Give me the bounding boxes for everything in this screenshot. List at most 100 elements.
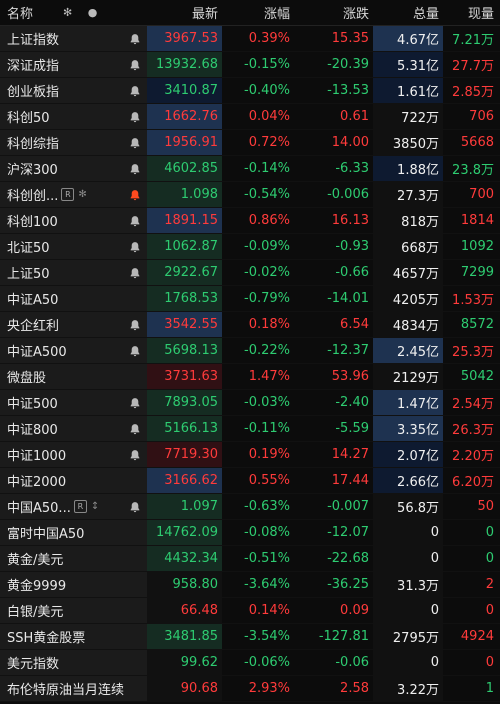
table-row[interactable]: 中证A50 1768.53 -0.79% -14.01 4205万 1.53万 [0, 286, 500, 312]
header-settings-icon[interactable]: ✻ ● [63, 6, 103, 19]
alert-bell-icon[interactable] [128, 422, 142, 436]
table-row[interactable]: 白银/美元 66.48 0.14% 0.09 0 0 [0, 598, 500, 624]
table-row[interactable]: 黄金9999 958.80 -3.64% -36.25 31.3万 2 [0, 572, 500, 598]
current-volume: 25.3万 [452, 345, 494, 360]
row-name-cell[interactable]: 黄金9999 [0, 572, 147, 597]
table-row[interactable]: 北证50 1062.87 -0.09% -0.93 668万 1092 [0, 234, 500, 260]
current-volume: 1814 [460, 213, 494, 228]
row-name: 科创综指 [7, 137, 60, 152]
alert-bell-icon[interactable] [128, 500, 142, 514]
row-name: 布伦特原油当月连续 [7, 683, 125, 698]
table-row[interactable]: 中证800 5166.13 -0.11% -5.59 3.35亿 26.3万 [0, 416, 500, 442]
table-row[interactable]: 中证2000 3166.62 0.55% 17.44 2.66亿 6.20万 [0, 468, 500, 494]
row-name-cell[interactable]: 中证A50 [0, 286, 147, 311]
table-row[interactable]: 科创100 1891.15 0.86% 16.13 818万 1814 [0, 208, 500, 234]
table-row[interactable]: 上证50 2922.67 -0.02% -0.66 4657万 7299 [0, 260, 500, 286]
row-name-cell[interactable]: 微盘股 [0, 364, 147, 389]
table-row[interactable]: 科创创... R ✻ 1.098 -0.54% -0.006 27.3万 700 [0, 182, 500, 208]
alert-bell-icon[interactable] [128, 396, 142, 410]
row-name-cell[interactable]: 中证2000 [0, 468, 147, 493]
row-name-cell[interactable]: 北证50 [0, 234, 147, 259]
latest-price: 7893.05 [147, 390, 222, 415]
row-name-cell[interactable]: 科创创... R ✻ [0, 182, 147, 207]
row-name-cell[interactable]: 科创综指 [0, 130, 147, 155]
row-name-cell[interactable]: 深证成指 [0, 52, 147, 77]
latest-price: 3410.87 [147, 78, 222, 103]
row-name: 创业板指 [7, 85, 60, 100]
alert-bell-icon[interactable] [128, 84, 142, 98]
row-name-cell[interactable]: 中证800 [0, 416, 147, 441]
alert-bell-icon[interactable] [128, 136, 142, 150]
header-chg[interactable]: 涨跌 [295, 0, 373, 25]
table-row[interactable]: SSH黄金股票 3481.85 -3.54% -127.81 2795万 4924 [0, 624, 500, 650]
latest-price: 7719.30 [147, 442, 222, 467]
alert-bell-icon[interactable] [128, 214, 142, 228]
row-name-cell[interactable]: 布伦特原油当月连续 [0, 676, 147, 701]
latest-price: 14762.09 [147, 520, 222, 545]
table-row[interactable]: 深证成指 13932.68 -0.15% -20.39 5.31亿 27.7万 [0, 52, 500, 78]
star-icon: ✻ [78, 189, 87, 200]
alert-bell-icon[interactable] [128, 58, 142, 72]
alert-bell-icon[interactable] [128, 240, 142, 254]
change-percent: -0.11% [244, 421, 290, 436]
table-row[interactable]: 中证1000 7719.30 0.19% 14.27 2.07亿 2.20万 [0, 442, 500, 468]
row-name-cell[interactable]: 科创50 [0, 104, 147, 129]
row-name-cell[interactable]: 上证指数 [0, 26, 147, 51]
table-row[interactable]: 央企红利 3542.55 0.18% 6.54 4834万 8572 [0, 312, 500, 338]
row-name: 上证50 [7, 267, 50, 282]
alert-bell-icon[interactable] [128, 188, 142, 202]
row-name-cell[interactable]: SSH黄金股票 [0, 624, 147, 649]
header-name[interactable]: 名称 ✻ ● [0, 0, 147, 25]
change-amount: -6.33 [335, 161, 369, 176]
alert-bell-icon[interactable] [128, 318, 142, 332]
row-name-cell[interactable]: 上证50 [0, 260, 147, 285]
latest-price: 1062.87 [147, 234, 222, 259]
total-volume: 4657万 [373, 260, 443, 285]
table-row[interactable]: 中国A50... R ↕ 1.097 -0.63% -0.007 56.8万 50 [0, 494, 500, 520]
table-row[interactable]: 中证A500 5698.13 -0.22% -12.37 2.45亿 25.3万 [0, 338, 500, 364]
row-name: 中证2000 [7, 475, 67, 490]
table-row[interactable]: 富时中国A50 14762.09 -0.08% -12.07 0 0 [0, 520, 500, 546]
header-volume[interactable]: 总量 [373, 0, 443, 25]
table-row[interactable]: 美元指数 99.62 -0.06% -0.06 0 0 [0, 650, 500, 676]
row-name-cell[interactable]: 央企红利 [0, 312, 147, 337]
row-name-cell[interactable]: 中证500 [0, 390, 147, 415]
row-name: 北证50 [7, 241, 50, 256]
header-current[interactable]: 现量 [443, 0, 500, 25]
row-name-cell[interactable]: 美元指数 [0, 650, 147, 675]
row-name-cell[interactable]: 沪深300 [0, 156, 147, 181]
alert-bell-icon[interactable] [128, 266, 142, 280]
table-row[interactable]: 科创50 1662.76 0.04% 0.61 722万 706 [0, 104, 500, 130]
change-percent: -0.22% [244, 343, 290, 358]
alert-bell-icon[interactable] [128, 32, 142, 46]
row-name-cell[interactable]: 富时中国A50 [0, 520, 147, 545]
alert-bell-icon[interactable] [128, 448, 142, 462]
alert-bell-icon[interactable] [128, 162, 142, 176]
table-row[interactable]: 沪深300 4602.85 -0.14% -6.33 1.88亿 23.8万 [0, 156, 500, 182]
alert-bell-icon[interactable] [128, 344, 142, 358]
row-name-cell[interactable]: 中证A500 [0, 338, 147, 363]
table-row[interactable]: 黄金/美元 4432.34 -0.51% -22.68 0 0 [0, 546, 500, 572]
row-name-cell[interactable]: 白银/美元 [0, 598, 147, 623]
table-row[interactable]: 科创综指 1956.91 0.72% 14.00 3850万 5668 [0, 130, 500, 156]
table-row[interactable]: 布伦特原油当月连续 90.68 2.93% 2.58 3.22万 1 [0, 676, 500, 702]
row-name: 科创创... [7, 189, 59, 204]
header-pct[interactable]: 涨幅 [222, 0, 295, 25]
row-name: 富时中国A50 [7, 527, 85, 542]
alert-bell-icon[interactable] [128, 110, 142, 124]
row-name-cell[interactable]: 中国A50... R ↕ [0, 494, 147, 519]
table-body: 上证指数 3967.53 0.39% 15.35 4.67亿 7.21万 深证成指 13932… [0, 26, 500, 702]
row-name-cell[interactable]: 黄金/美元 [0, 546, 147, 571]
change-amount: 6.54 [340, 317, 369, 332]
table-row[interactable]: 创业板指 3410.87 -0.40% -13.53 1.61亿 2.85万 [0, 78, 500, 104]
total-volume: 0 [373, 520, 443, 545]
change-amount: -0.66 [335, 265, 369, 280]
header-latest[interactable]: 最新 [147, 0, 222, 25]
row-name-cell[interactable]: 中证1000 [0, 442, 147, 467]
row-name-cell[interactable]: 科创100 [0, 208, 147, 233]
table-row[interactable]: 上证指数 3967.53 0.39% 15.35 4.67亿 7.21万 [0, 26, 500, 52]
table-row[interactable]: 微盘股 3731.63 1.47% 53.96 2129万 5042 [0, 364, 500, 390]
table-row[interactable]: 中证500 7893.05 -0.03% -2.40 1.47亿 2.54万 [0, 390, 500, 416]
row-name-cell[interactable]: 创业板指 [0, 78, 147, 103]
current-volume: 2.20万 [452, 449, 494, 464]
